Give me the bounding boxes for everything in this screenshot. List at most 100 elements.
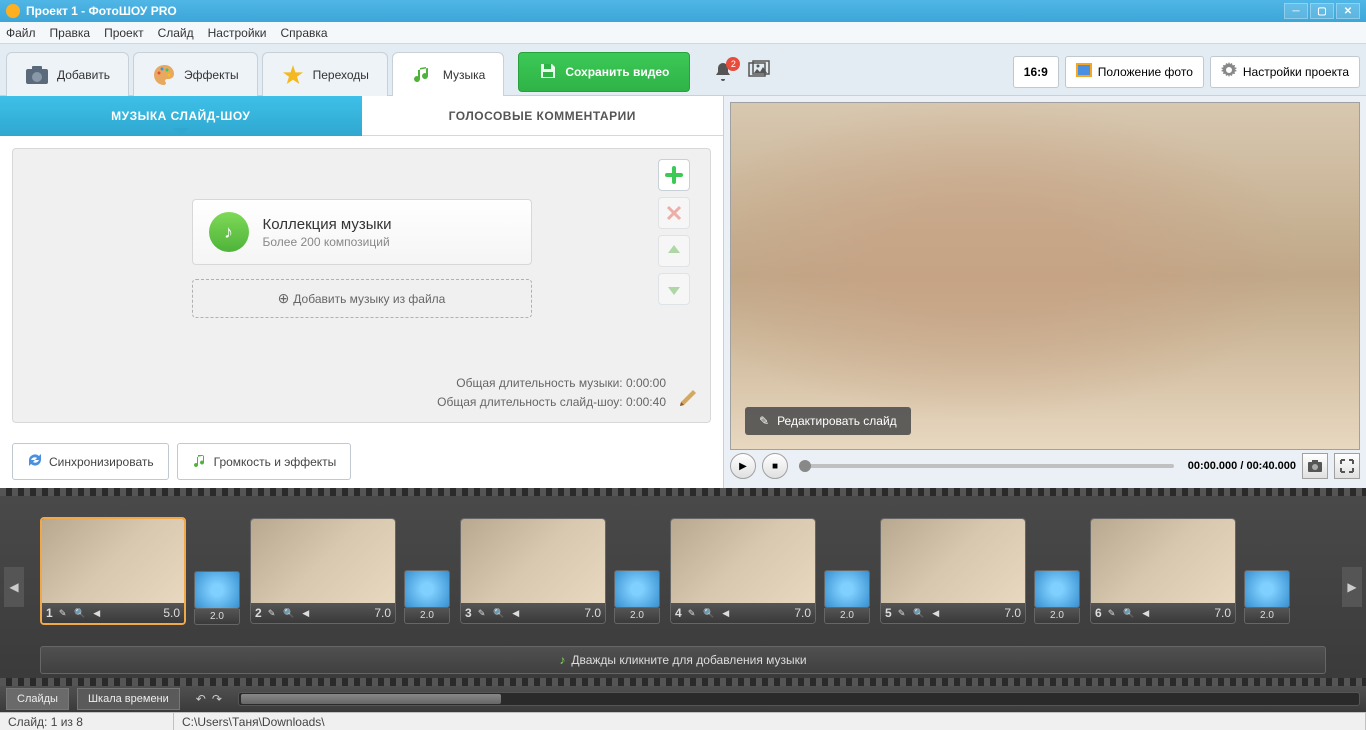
notifications-button[interactable]: 2 [712,61,734,83]
subtab-voice-comments[interactable]: ГОЛОСОВЫЕ КОММЕНТАРИИ [362,96,724,136]
slide-thumb-2[interactable]: 2✎🔍◀7.0 [250,518,396,624]
delete-track-button[interactable] [658,197,690,229]
duration-info: Общая длительность музыки: 0:00:00 Общая… [437,374,666,412]
tab-transitions[interactable]: Переходы [262,52,388,96]
pencil-icon[interactable]: ✎ [1105,606,1119,620]
zoom-icon[interactable]: 🔍 [1122,606,1136,620]
menu-project[interactable]: Проект [104,26,144,40]
volume-effects-button[interactable]: Громкость и эффекты [177,443,352,480]
star-icon [281,63,305,87]
tab-music[interactable]: Музыка [392,52,504,96]
palette-icon [152,63,176,87]
transition-thumb-2[interactable]: 2.0 [404,570,450,624]
main-toolbar: Добавить Эффекты Переходы Музыка Сохрани… [0,44,1366,96]
view-timeline-tab[interactable]: Шкала времени [77,688,180,710]
transition-thumb-1[interactable]: 2.0 [194,571,240,625]
pencil-icon[interactable]: ✎ [895,606,909,620]
menu-bar: Файл Правка Проект Слайд Настройки Справ… [0,22,1366,44]
transition-thumb-5[interactable]: 2.0 [1034,570,1080,624]
play-icon[interactable]: ◀ [719,606,733,620]
view-slides-tab[interactable]: Слайды [6,688,69,710]
aspect-ratio-button[interactable]: 16:9 [1013,56,1059,88]
menu-settings[interactable]: Настройки [208,26,267,40]
zoom-icon[interactable]: 🔍 [73,606,87,620]
window-title: Проект 1 - ФотоШОУ PRO [26,4,177,18]
music-track-hint[interactable]: ♪ Дважды кликните для добавления музыки [40,646,1326,674]
slide-thumb-4[interactable]: 4✎🔍◀7.0 [670,518,816,624]
camera-icon [25,63,49,87]
layout-button[interactable]: Положение фото [1065,56,1204,88]
subtab-music-slideshow[interactable]: МУЗЫКА СЛАЙД-ШОУ [0,96,362,136]
transition-thumb-6[interactable]: 2.0 [1244,570,1290,624]
play-icon[interactable]: ◀ [929,606,943,620]
sync-button[interactable]: Синхронизировать [12,443,169,480]
play-icon[interactable]: ◀ [509,606,523,620]
slide-thumb-3[interactable]: 3✎🔍◀7.0 [460,518,606,624]
play-button[interactable]: ▶ [730,453,756,479]
maximize-button[interactable]: ▢ [1310,3,1334,19]
pencil-icon: ✎ [759,414,769,428]
pencil-icon[interactable]: ✎ [475,606,489,620]
brush-icon[interactable] [676,386,700,410]
minimize-button[interactable]: ─ [1284,3,1308,19]
notification-badge: 2 [726,57,740,71]
zoom-icon[interactable]: 🔍 [282,606,296,620]
pencil-icon[interactable]: ✎ [265,606,279,620]
zoom-icon[interactable]: 🔍 [702,606,716,620]
play-icon[interactable]: ◀ [299,606,313,620]
slide-thumb-5[interactable]: 5✎🔍◀7.0 [880,518,1026,624]
edit-slide-button[interactable]: ✎ Редактировать слайд [745,407,911,435]
music-note-icon: ♪ [559,653,565,667]
music-collection-subtitle: Более 200 композиций [263,235,392,249]
menu-file[interactable]: Файл [6,26,36,40]
project-settings-button[interactable]: Настройки проекта [1210,56,1360,88]
transition-thumb-3[interactable]: 2.0 [614,570,660,624]
move-down-button[interactable] [658,273,690,305]
close-button[interactable]: ✕ [1336,3,1360,19]
timeline-prev-button[interactable]: ◀ [4,567,24,607]
stop-button[interactable]: ■ [762,453,788,479]
timeline-scrollbar[interactable] [238,692,1360,706]
menu-edit[interactable]: Правка [50,26,91,40]
progress-bar[interactable] [802,464,1174,468]
save-video-button[interactable]: Сохранить видео [518,52,690,92]
slide-thumb-1[interactable]: 1✎🔍◀5.0 [40,517,186,625]
transition-thumb-4[interactable]: 2.0 [824,570,870,624]
preview-image: ✎ Редактировать слайд [730,102,1360,450]
undo-button[interactable]: ↶ [196,692,206,706]
move-up-button[interactable] [658,235,690,267]
save-icon [539,62,557,83]
fullscreen-button[interactable] [1334,453,1360,479]
music-collection-title: Коллекция музыки [263,216,392,233]
menu-slide[interactable]: Слайд [158,26,194,40]
timeline-next-button[interactable]: ▶ [1342,567,1362,607]
gear-icon [1221,62,1237,81]
time-display: 00:00.000 / 00:40.000 [1188,460,1296,472]
music-panel: МУЗЫКА СЛАЙД-ШОУ ГОЛОСОВЫЕ КОММЕНТАРИИ ♪… [0,96,724,488]
play-icon[interactable]: ◀ [90,606,104,620]
status-slide: Слайд: 1 из 8 [0,713,174,730]
redo-button[interactable]: ↷ [212,692,222,706]
menu-help[interactable]: Справка [280,26,327,40]
pencil-icon[interactable]: ✎ [685,606,699,620]
tab-effects[interactable]: Эффекты [133,52,258,96]
volume-icon [192,452,208,471]
zoom-icon[interactable]: 🔍 [912,606,926,620]
tab-add[interactable]: Добавить [6,52,129,96]
music-collection-button[interactable]: ♪ Коллекция музыки Более 200 композиций [192,199,532,265]
app-icon [6,4,20,18]
pencil-icon[interactable]: ✎ [56,606,70,620]
music-note-icon [411,63,435,87]
title-bar: Проект 1 - ФотоШОУ PRO ─ ▢ ✕ [0,0,1366,22]
layout-icon [1076,63,1092,80]
gallery-icon[interactable] [748,60,770,83]
add-music-from-file-button[interactable]: ⊕ Добавить музыку из файла [192,279,532,318]
zoom-icon[interactable]: 🔍 [492,606,506,620]
snapshot-button[interactable] [1302,453,1328,479]
play-icon[interactable]: ◀ [1139,606,1153,620]
preview-panel: ✎ Редактировать слайд ▶ ■ 00:00.000 / 00… [724,96,1366,488]
timeline: ◀ ▶ 1✎🔍◀5.0 2.0 2✎🔍◀7.0 2.0 3✎🔍◀7.0 2.0 [0,488,1366,686]
music-collection-icon: ♪ [209,212,249,252]
slide-thumb-6[interactable]: 6✎🔍◀7.0 [1090,518,1236,624]
add-track-button[interactable] [658,159,690,191]
